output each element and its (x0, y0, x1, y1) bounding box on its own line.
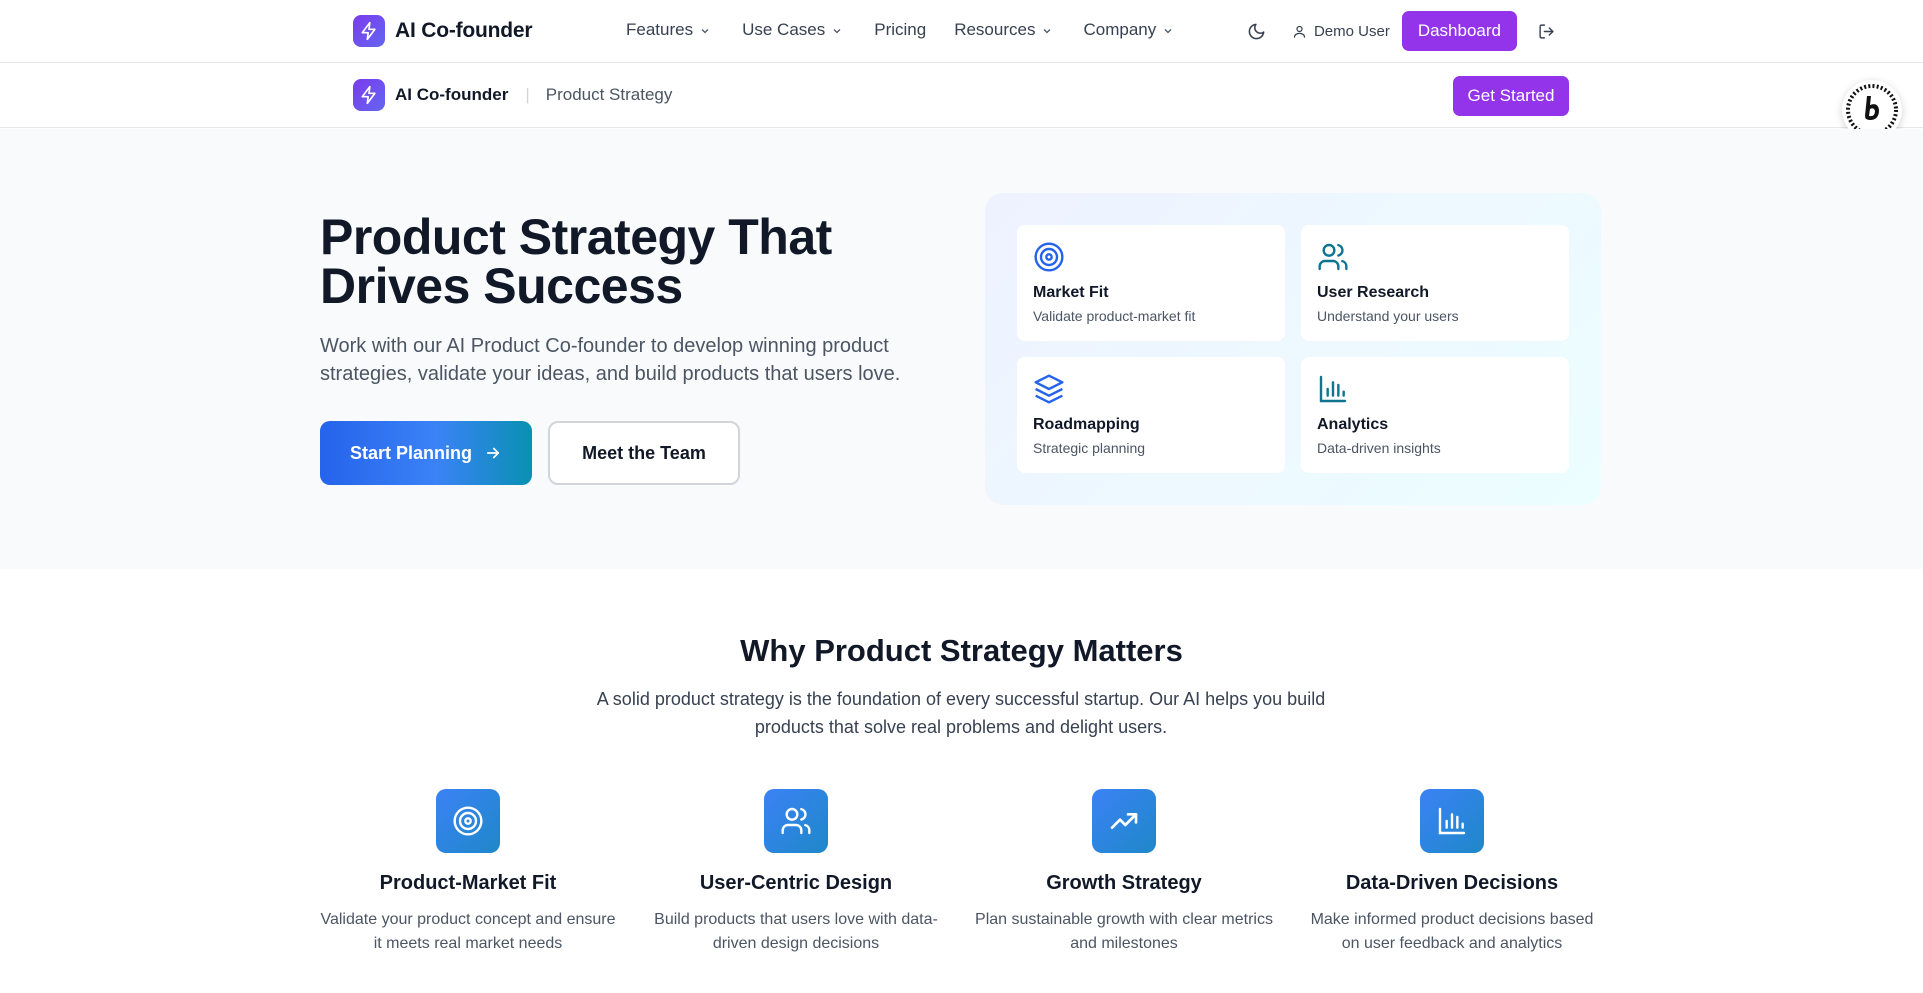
hero-description: Work with our AI Product Co-founder to d… (320, 335, 901, 385)
brand-name: AI Co-founder (395, 19, 533, 42)
menu-item-resources[interactable]: Resources (954, 20, 1053, 40)
pillar-description: Make informed product decisions based on… (1310, 911, 1594, 952)
user-menu[interactable]: Demo User (1292, 23, 1390, 40)
feature-card-analytics: Analytics Data-driven insights (1301, 357, 1569, 473)
feature-grid: Market Fit Validate product-market fit U… (985, 193, 1601, 505)
feature-card-market-fit: Market Fit Validate product-market fit (1017, 225, 1285, 341)
hero-title: Product Strategy That Drives Success (320, 212, 920, 314)
pillar-title: Product-Market Fit (379, 872, 557, 894)
arrow-right-icon (486, 447, 500, 459)
pillar-description: Validate your product concept and ensure… (320, 911, 616, 952)
start-planning-label: Start Planning (349, 442, 472, 463)
pillar-data-driven-decisions: Data-Driven Decisions Make informed prod… (1302, 789, 1602, 956)
menu-item-label: Pricing (874, 20, 927, 39)
menu-item-label: Features (626, 20, 694, 39)
chevron-down-icon (1044, 28, 1051, 33)
pillar-title: User-Centric Design (699, 872, 893, 894)
section-description: A solid product strategy is the foundati… (596, 689, 1326, 737)
hero-title-line: Product Strategy That (320, 209, 832, 265)
lightning-icon (353, 15, 385, 47)
menu-item-label: Resources (954, 20, 1036, 39)
breadcrumb-separator: | (525, 85, 530, 104)
feature-card-description: Understand your users (1317, 308, 1459, 324)
page-subnav: AI Co-founder | Product Strategy Get Sta… (0, 64, 1923, 128)
menu-item-label: Company (1083, 20, 1157, 39)
meet-the-team-button[interactable]: Meet the Team (548, 421, 740, 485)
subnav-brand-name[interactable]: AI Co-founder (395, 85, 508, 105)
menu-item-label: Use Cases (742, 20, 826, 39)
chevron-down-icon (833, 28, 841, 33)
brand-logo-link[interactable]: AI Co-founder (353, 15, 533, 47)
bar-chart-icon (1438, 807, 1466, 835)
logout-icon (1538, 23, 1554, 39)
hero-section: Product Strategy That Drives Success Wor… (0, 129, 1923, 569)
user-icon (1293, 25, 1306, 38)
chevron-down-icon (1164, 28, 1172, 33)
bar-chart-icon (1319, 375, 1347, 403)
main-menu: Features Use Cases Pricing Resources Com… (626, 20, 1174, 40)
feature-card-description: Strategic planning (1033, 440, 1146, 456)
chevron-down-icon (701, 28, 709, 33)
feature-card-user-research: User Research Understand your users (1301, 225, 1569, 341)
feature-card-title: Roadmapping (1033, 416, 1140, 433)
users-icon (781, 807, 811, 835)
feature-card-roadmapping: Roadmapping Strategic planning (1017, 357, 1285, 473)
users-icon (1318, 243, 1348, 271)
nav-actions: Demo User Dashboard (1240, 11, 1563, 51)
menu-item-features[interactable]: Features (626, 20, 711, 40)
pillar-description: Plan sustainable growth with clear metri… (975, 911, 1273, 952)
section-title: Why Product Strategy Matters (740, 633, 1183, 668)
feature-card-title: User Research (1317, 284, 1430, 301)
pillar-title: Growth Strategy (1046, 872, 1202, 894)
get-started-button[interactable]: Get Started (1453, 76, 1569, 116)
theme-toggle-button[interactable] (1240, 14, 1274, 48)
menu-item-use-cases[interactable]: Use Cases (742, 20, 843, 40)
pillar-growth-strategy: Growth Strategy Plan sustainable growth … (974, 789, 1274, 956)
lightning-icon[interactable] (353, 79, 385, 111)
moon-icon (1249, 23, 1265, 39)
feature-card-description: Data-driven insights (1317, 440, 1441, 456)
pillar-icon-box (764, 789, 828, 853)
breadcrumb-current: Product Strategy (545, 85, 673, 104)
breadcrumb: AI Co-founder | Product Strategy (353, 79, 672, 111)
logout-button[interactable] (1529, 14, 1563, 48)
pillar-icon-box (1092, 789, 1156, 853)
trending-up-icon (1110, 813, 1138, 829)
top-navbar: AI Co-founder Features Use Cases Pricing… (0, 0, 1923, 63)
menu-item-pricing[interactable]: Pricing (874, 20, 926, 40)
feature-card-title: Market Fit (1033, 284, 1109, 301)
pillar-product-market-fit: Product-Market Fit Validate your product… (318, 789, 618, 956)
pillar-icon-box (436, 789, 500, 853)
dashboard-button[interactable]: Dashboard (1401, 11, 1517, 51)
pillar-user-centric-design: User-Centric Design Build products that … (646, 789, 946, 956)
feature-card-description: Validate product-market fit (1033, 308, 1196, 324)
menu-item-company[interactable]: Company (1083, 20, 1174, 40)
target-icon (453, 806, 483, 836)
feature-card-title: Analytics (1317, 416, 1389, 433)
start-planning-button[interactable]: Start Planning (320, 421, 532, 485)
target-icon (1034, 242, 1064, 272)
layers-icon (1034, 374, 1064, 404)
pillar-description: Build products that users love with data… (654, 911, 938, 952)
pillar-icon-box (1420, 789, 1484, 853)
pillar-title: Data-Driven Decisions (1345, 872, 1559, 894)
user-name: Demo User (1313, 22, 1390, 40)
hero-title-line: Drives Success (320, 258, 683, 314)
